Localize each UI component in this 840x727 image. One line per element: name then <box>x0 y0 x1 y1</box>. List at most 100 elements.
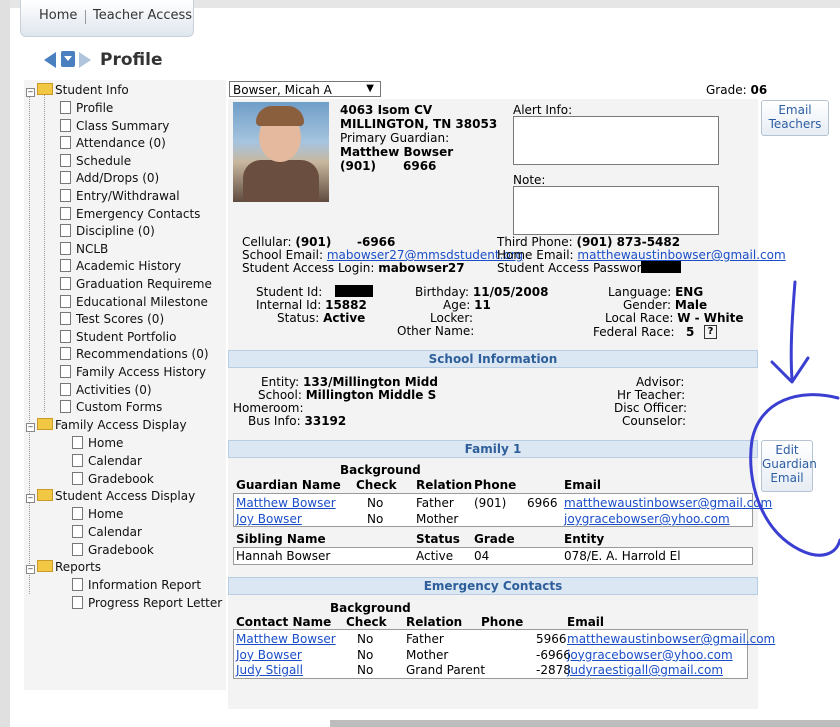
back-arrow-icon[interactable] <box>44 52 56 68</box>
tree-student-calendar[interactable]: Calendar <box>72 524 142 540</box>
tree-student-gradebook[interactable]: Gradebook <box>72 542 154 558</box>
tree-progress-report-letter[interactable]: Progress Report Letter <box>72 595 222 611</box>
page-icon <box>60 136 71 150</box>
tree-family-calendar[interactable]: Calendar <box>72 453 142 469</box>
page-icon <box>60 206 71 220</box>
alert-info-textarea[interactable] <box>513 116 719 165</box>
bus-info-row: Bus Info: 33192 <box>248 414 347 428</box>
tree-item[interactable]: Family Access History <box>60 364 206 380</box>
tree-item[interactable]: Add/Drops (0) <box>60 170 159 186</box>
disc-officer-label: Disc Officer: <box>614 401 688 415</box>
age-row: Age: 11 <box>443 298 491 312</box>
emergency-contact-name-link[interactable]: Judy Stigall <box>236 663 303 677</box>
sibling-entity: 078/E. A. Harrold El <box>564 549 681 563</box>
tree-item[interactable]: Class Summary <box>60 118 169 134</box>
col-check: Check <box>356 478 397 492</box>
tree-item[interactable]: Academic History <box>60 258 181 274</box>
student-select[interactable]: Bowser, Micah A ▼ <box>229 81 381 97</box>
help-icon[interactable]: ? <box>704 325 717 339</box>
tree-item[interactable]: Activities (0) <box>60 382 152 398</box>
birthday-row: Birthday: 11/05/2008 <box>415 285 549 299</box>
folder-icon <box>37 560 53 572</box>
tree-item[interactable]: Emergency Contacts <box>60 206 200 222</box>
tree-item[interactable]: Attendance (0) <box>60 135 166 151</box>
sibling-grade: 04 <box>474 549 490 563</box>
guardian-name-link[interactable]: Matthew Bowser <box>236 496 336 510</box>
tree-student-info[interactable]: − Student Info <box>26 82 129 98</box>
page-icon <box>60 294 71 308</box>
home-email-link[interactable]: matthewaustinbowser@gmail.com <box>577 248 785 262</box>
tree-item[interactable]: Discipline (0) <box>60 223 155 239</box>
page-icon <box>72 454 83 467</box>
collapse-icon[interactable]: − <box>26 494 35 503</box>
page-icon <box>72 507 83 520</box>
col-contact-name: Contact Name <box>236 615 332 629</box>
access-password-row: Student Access Password: <box>497 261 654 275</box>
tree-item[interactable]: Graduation Requireme <box>60 276 212 292</box>
student-id-label: Student Id: <box>256 285 323 299</box>
page-icon <box>72 596 83 609</box>
status-row: Status: Active <box>277 311 366 325</box>
page-icon <box>60 277 71 290</box>
page-icon <box>60 153 71 167</box>
tree-family-access-display[interactable]: − Family Access Display <box>26 417 187 433</box>
emergency-email-link[interactable]: joygracebowser@yhoo.com <box>567 648 733 662</box>
page-icon <box>72 436 83 449</box>
tree-item[interactable]: Custom Forms <box>60 399 162 415</box>
school-email-link[interactable]: mabowser27@mmsdstudent.org <box>327 248 523 262</box>
tree-item[interactable]: Test Scores (0) <box>60 311 164 327</box>
guardian-phone-area: (901) <box>474 496 507 510</box>
emergency-contact-name-link[interactable]: Joy Bowser <box>236 648 302 662</box>
page-icon <box>72 543 83 556</box>
tree-item[interactable]: Recommendations (0) <box>60 346 209 362</box>
note-textarea[interactable] <box>513 186 719 235</box>
folder-icon <box>37 83 53 95</box>
page-icon <box>60 118 71 132</box>
sibling-name: Hannah Bowser <box>236 549 331 563</box>
tree-family-gradebook[interactable]: Gradebook <box>72 471 154 487</box>
collapse-icon[interactable]: − <box>26 423 35 432</box>
tree-item[interactable]: Schedule <box>60 153 131 169</box>
emergency-email-link[interactable]: judyraestigall@gmail.com <box>567 663 723 677</box>
page-icon <box>60 241 71 255</box>
emergency-contact-name-link[interactable]: Matthew Bowser <box>236 632 336 646</box>
chevron-down-icon: ▼ <box>366 83 374 94</box>
emergency-relation: Grand Parent <box>406 663 486 677</box>
tree-item[interactable]: Profile <box>60 100 113 116</box>
language-row: Language: ENG <box>608 285 704 299</box>
tree-item[interactable]: NCLB <box>60 241 108 257</box>
horizontal-scrollbar[interactable] <box>330 720 840 727</box>
forward-arrow-icon[interactable] <box>79 52 91 68</box>
tree-student-access-display[interactable]: − Student Access Display <box>26 488 195 504</box>
collapse-icon[interactable]: − <box>26 88 35 97</box>
tab-home[interactable]: Home <box>39 8 77 23</box>
page-icon <box>72 525 83 538</box>
col-background: Background <box>340 463 421 477</box>
emergency-phone: -2878 <box>536 663 571 677</box>
tree-reports[interactable]: − Reports <box>26 559 101 575</box>
email-teachers-button[interactable]: Email Teachers <box>761 100 829 136</box>
third-phone-row: Third Phone: (901) 873-5482 <box>497 235 681 249</box>
sibling-status: Active <box>416 549 454 563</box>
redacted-password <box>641 261 681 273</box>
emergency-phone: -6966 <box>536 647 571 662</box>
dropdown-arrow-icon[interactable] <box>61 51 75 67</box>
page-icon <box>60 347 71 361</box>
guardian-name-link[interactable]: Joy Bowser <box>236 512 302 526</box>
counselor-label: Counselor: <box>622 414 687 428</box>
page-title: Profile <box>100 50 163 70</box>
tree-item[interactable]: Entry/Withdrawal <box>60 188 180 204</box>
internal-id-row: Internal Id: 15882 <box>256 298 367 312</box>
emergency-email-link[interactable]: matthewaustinbowser@gmail.com <box>567 632 775 646</box>
tree-item[interactable]: Student Portfolio <box>60 329 176 345</box>
col-status: Status <box>416 532 460 546</box>
tab-teacher-access[interactable]: Teacher Access <box>93 8 192 23</box>
note-label: Note: <box>513 173 546 187</box>
tree-family-home[interactable]: Home <box>72 435 123 451</box>
tree-item[interactable]: Educational Milestone <box>60 294 208 310</box>
collapse-icon[interactable]: − <box>26 565 35 574</box>
guardian-email-link[interactable]: joygracebowser@yhoo.com <box>564 512 730 526</box>
tree-information-report[interactable]: Information Report <box>72 577 201 593</box>
other-name-label: Other Name: <box>397 324 475 338</box>
tree-student-home[interactable]: Home <box>72 506 123 522</box>
